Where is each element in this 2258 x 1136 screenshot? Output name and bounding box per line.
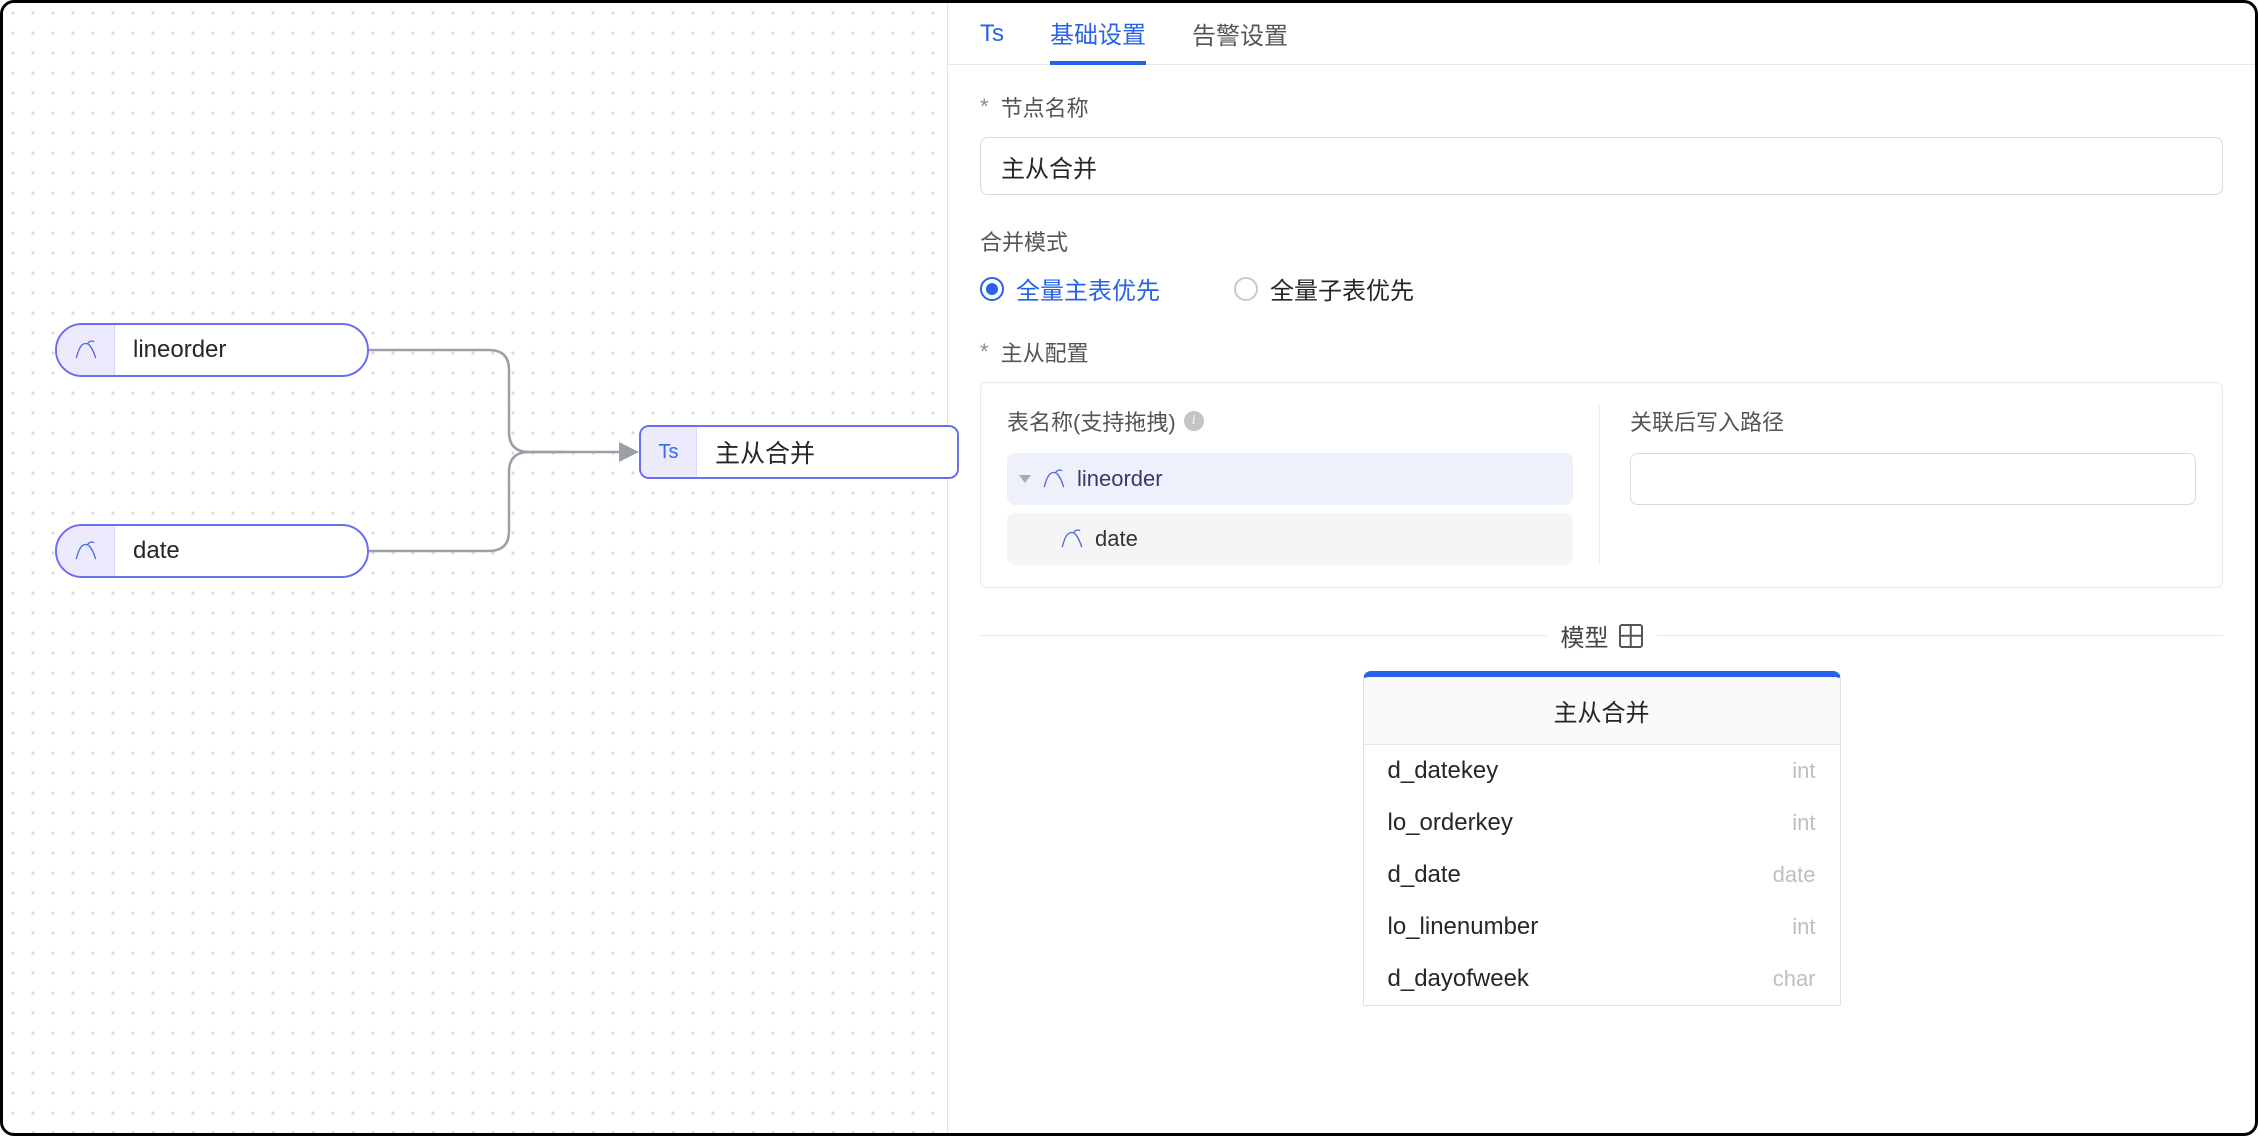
radio-main-first[interactable]: 全量主表优先 bbox=[980, 271, 1160, 306]
tab-basic-settings[interactable]: 基础设置 bbox=[1050, 4, 1146, 65]
merge-mode-section: 合并模式 全量主表优先 全量子表优先 bbox=[980, 225, 2223, 306]
config-row: 表名称(支持拖拽) i lineorder date bbox=[980, 382, 2223, 588]
radio-sub-first[interactable]: 全量子表优先 bbox=[1234, 271, 1414, 306]
node-name-section: 节点名称 bbox=[980, 91, 2223, 195]
mysql-icon bbox=[1041, 466, 1067, 492]
master-slave-section: 主从配置 表名称(支持拖拽) i lineorder bbox=[980, 336, 2223, 588]
field-type: int bbox=[1792, 758, 1815, 784]
node-name-input[interactable] bbox=[980, 137, 2223, 195]
mysql-icon bbox=[1059, 526, 1085, 552]
field-name: d_date bbox=[1388, 861, 1461, 889]
grid-icon bbox=[1619, 624, 1643, 648]
radio-circle-icon bbox=[980, 277, 1004, 301]
tree-item-label: date bbox=[1095, 526, 1138, 552]
model-field-row[interactable]: lo_linenumber int bbox=[1364, 901, 1840, 953]
table-name-col: 表名称(支持拖拽) i lineorder date bbox=[1007, 405, 1600, 565]
model-field-row[interactable]: d_datekey int bbox=[1364, 745, 1840, 797]
right-panel: Ts 基础设置 告警设置 节点名称 合并模式 全量主表优先 全量子表优先 bbox=[948, 3, 2255, 1133]
panel-body: 节点名称 合并模式 全量主表优先 全量子表优先 主从配置 bbox=[948, 65, 2255, 1133]
tab-alert-settings[interactable]: 告警设置 bbox=[1192, 3, 1288, 64]
table-name-label: 表名称(支持拖拽) bbox=[1007, 405, 1176, 437]
model-section-label: 模型 bbox=[1561, 618, 1643, 653]
model-label-text: 模型 bbox=[1561, 618, 1609, 653]
master-slave-label: 主从配置 bbox=[980, 336, 2223, 368]
table-name-header: 表名称(支持拖拽) i bbox=[1007, 405, 1573, 437]
tree-item-label: lineorder bbox=[1077, 466, 1163, 492]
tree-item-date[interactable]: date bbox=[1007, 513, 1573, 565]
chevron-down-icon bbox=[1019, 475, 1031, 483]
info-icon[interactable]: i bbox=[1184, 411, 1204, 431]
merge-mode-label: 合并模式 bbox=[980, 225, 2223, 257]
model-field-row[interactable]: d_date date bbox=[1364, 849, 1840, 901]
write-path-col: 关联后写入路径 bbox=[1630, 405, 2196, 565]
app-root: lineorder date Ts 主从合并 Ts 基础设置 告警设置 节点名称 bbox=[0, 0, 2258, 1136]
mysql-icon bbox=[57, 526, 115, 576]
field-name: lo_orderkey bbox=[1388, 809, 1513, 837]
field-name: d_dayofweek bbox=[1388, 965, 1529, 993]
merge-mode-radios: 全量主表优先 全量子表优先 bbox=[980, 271, 2223, 306]
model-field-row[interactable]: d_dayofweek char bbox=[1364, 953, 1840, 1005]
field-type: int bbox=[1792, 914, 1815, 940]
write-path-label: 关联后写入路径 bbox=[1630, 405, 2196, 437]
field-type: int bbox=[1792, 810, 1815, 836]
node-label: 主从合并 bbox=[697, 434, 839, 470]
model-divider: 模型 bbox=[980, 618, 2223, 653]
radio-circle-icon bbox=[1234, 277, 1258, 301]
field-type: char bbox=[1773, 966, 1816, 992]
flow-canvas[interactable]: lineorder date Ts 主从合并 bbox=[3, 3, 948, 1133]
tab-ts[interactable]: Ts bbox=[980, 3, 1004, 64]
ts-icon: Ts bbox=[641, 427, 697, 477]
tree-item-lineorder[interactable]: lineorder bbox=[1007, 453, 1573, 505]
write-path-input[interactable] bbox=[1630, 453, 2196, 505]
node-merge[interactable]: Ts 主从合并 bbox=[639, 425, 959, 479]
node-label: date bbox=[115, 537, 180, 565]
radio-label: 全量子表优先 bbox=[1270, 271, 1414, 306]
field-name: lo_linenumber bbox=[1388, 913, 1539, 941]
field-name: d_datekey bbox=[1388, 757, 1499, 785]
node-date[interactable]: date bbox=[55, 524, 369, 578]
mysql-icon bbox=[57, 325, 115, 375]
node-label: lineorder bbox=[115, 336, 226, 364]
tabs: Ts 基础设置 告警设置 bbox=[948, 3, 2255, 65]
model-card: 主从合并 d_datekey int lo_orderkey int d_dat… bbox=[1363, 671, 1841, 1006]
field-type: date bbox=[1773, 862, 1816, 888]
model-field-row[interactable]: lo_orderkey int bbox=[1364, 797, 1840, 849]
node-lineorder[interactable]: lineorder bbox=[55, 323, 369, 377]
radio-label: 全量主表优先 bbox=[1016, 271, 1160, 306]
model-card-title: 主从合并 bbox=[1364, 677, 1840, 745]
node-name-label: 节点名称 bbox=[980, 91, 2223, 123]
